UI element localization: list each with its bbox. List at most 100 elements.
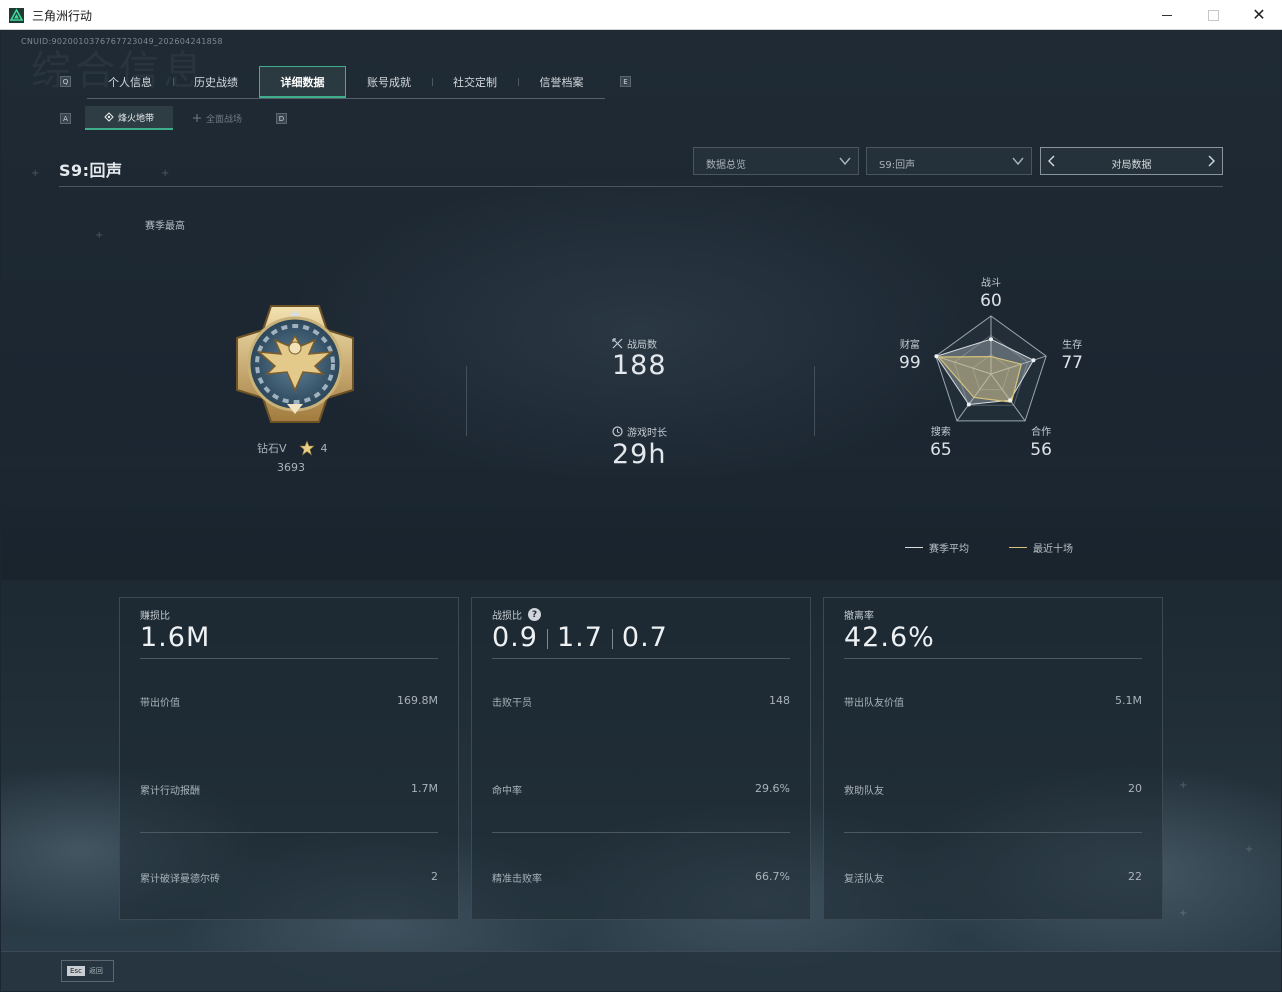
card-row-value: 20 — [1128, 782, 1142, 795]
card-title: 赚损比 — [140, 611, 170, 622]
decor-cross: + — [1179, 780, 1188, 791]
radar-point — [989, 337, 993, 342]
subtab-prev-key-hint[interactable]: A — [60, 113, 71, 124]
close-icon: ✕ — [1252, 5, 1266, 24]
card-divider — [140, 832, 438, 833]
matches-label: 战局数 — [612, 336, 657, 351]
card-row-label: 精准击败率 — [492, 874, 542, 885]
subtab-hazard-zone[interactable]: 烽火地带 — [85, 106, 173, 130]
mode-dropdown[interactable]: 数据总览 — [693, 147, 859, 175]
card-row-value: 66.7% — [755, 870, 790, 883]
decor-cross: + — [31, 168, 40, 179]
playtime-value: 29h — [612, 439, 667, 470]
card-row-label: 击败干员 — [492, 698, 532, 709]
legend-recent-ten-swatch — [1009, 547, 1027, 548]
value-separator — [546, 628, 548, 649]
radar-axis-value: 65 — [930, 440, 952, 460]
kd-ratio-card: 战损比 ? 0.9 1.7 0.7 击败干员 148 命中率 29.6% 精准击败率… — [471, 597, 811, 920]
card-title: 战损比 ? — [492, 607, 541, 622]
tab-detailed-data[interactable]: 详细数据 — [259, 66, 346, 98]
star-icon — [298, 440, 315, 456]
card-row-label: 带出队友价值 — [844, 698, 904, 709]
bottom-bar: Esc 返回 — [1, 951, 1281, 991]
decor-cross: + — [95, 230, 104, 241]
back-button[interactable]: Esc 返回 — [61, 960, 114, 982]
kd-value-3: 0.7 — [621, 622, 668, 653]
card-big-value: 0.9 1.7 0.7 — [492, 622, 668, 653]
clock-icon — [612, 426, 623, 437]
cnuid-text: CNUID:9020010376767723049_202604241858 — [21, 37, 223, 46]
playtime-label: 游戏时长 — [612, 424, 667, 439]
card-row-value: 169.8M — [397, 694, 438, 707]
rank-badge-icon — [236, 305, 354, 423]
card-row-value: 29.6% — [755, 782, 790, 795]
subtab-next-key-hint[interactable]: D — [276, 113, 287, 124]
tab-prev-key-hint[interactable]: Q — [60, 76, 71, 87]
card-divider — [492, 832, 790, 833]
kd-value-1: 0.9 — [492, 622, 538, 653]
profit-ratio-card: 赚损比 1.6M 带出价值 169.8M 累计行动报酬 1.7M 累计破译曼德尔… — [119, 597, 459, 920]
tab-social-custom[interactable]: 社交定制 — [432, 66, 518, 98]
esc-key-icon: Esc — [67, 966, 85, 976]
radar-point — [1031, 358, 1036, 363]
kd-value-2: 1.7 — [556, 622, 603, 653]
chevron-down-icon — [1012, 157, 1024, 166]
main-tabs: 个人信息 历史战绩 详细数据 账号成就 社交定制 信誉档案 — [87, 66, 605, 99]
maximize-button[interactable] — [1190, 0, 1236, 30]
tab-personal-info[interactable]: 个人信息 — [87, 66, 173, 98]
season-title: S9:回声 — [59, 161, 123, 180]
radar-axis-value: 77 — [1061, 353, 1083, 373]
radar-point — [966, 402, 971, 407]
card-row-value: 2 — [431, 870, 438, 883]
decor-cross: + — [161, 168, 170, 179]
rank-name: 钻石V — [257, 442, 287, 455]
rank-info: 钻石V 4 — [257, 440, 328, 456]
card-row-label: 带出价值 — [140, 698, 180, 709]
radar-axis-label: 财富 — [900, 338, 920, 351]
radar-axis-label: 合作 — [1031, 425, 1051, 438]
tab-match-history[interactable]: 历史战绩 — [173, 66, 259, 98]
card-row-value: 1.7M — [411, 782, 438, 795]
radar-point — [1008, 398, 1013, 403]
header-divider — [59, 186, 1223, 187]
match-data-pager: 对局数据 — [1040, 147, 1223, 175]
value-separator — [611, 628, 613, 649]
card-divider — [140, 658, 438, 659]
season-dropdown[interactable]: S9:回声 — [866, 147, 1032, 175]
help-icon[interactable]: ? — [528, 608, 541, 621]
section-divider — [814, 366, 815, 436]
card-row-label: 累计行动报酬 — [140, 786, 200, 797]
back-label: 返回 — [88, 967, 103, 975]
card-row-value: 148 — [769, 694, 790, 707]
radar-axis-label: 生存 — [1062, 338, 1082, 351]
chevron-right-icon[interactable] — [1204, 154, 1218, 168]
card-row-label: 救助队友 — [844, 786, 884, 797]
matches-value: 188 — [612, 350, 667, 381]
window-titlebar: 三角洲行动 ✕ — [0, 0, 1282, 30]
hazard-zone-icon — [104, 112, 114, 122]
card-row-value: 22 — [1128, 870, 1142, 883]
subtab-full-battlefield[interactable]: 全面战场 — [173, 106, 261, 130]
radar-axis-value: 99 — [899, 353, 921, 373]
rank-score: 3693 — [277, 461, 305, 474]
radar-axis-label: 搜索 — [931, 425, 951, 438]
pager-label: 对局数据 — [1111, 160, 1152, 171]
decor-cross: + — [1245, 844, 1254, 855]
card-title: 撤离率 — [844, 611, 874, 622]
minimize-button[interactable] — [1144, 0, 1190, 30]
card-row-label: 命中率 — [492, 786, 522, 797]
card-big-value: 1.6M — [140, 622, 211, 653]
game-viewport: 综合信息 CNUID:9020010376767723049_202604241… — [1, 30, 1281, 991]
tab-achievements[interactable]: 账号成就 — [346, 66, 432, 98]
card-row-label: 累计破译曼德尔砖 — [140, 874, 220, 885]
rank-stars: 4 — [320, 441, 328, 455]
ability-radar-chart: 战斗 60 生存 77 合作 56 搜索 65 财富 99 — [899, 277, 1083, 460]
decor-cross: + — [1179, 908, 1188, 919]
tab-next-key-hint[interactable]: E — [620, 76, 631, 87]
legend-recent-ten: 最近十场 — [1009, 540, 1073, 555]
full-battlefield-icon — [192, 114, 201, 122]
tab-credit-record[interactable]: 信誉档案 — [518, 66, 605, 98]
card-divider — [844, 832, 1142, 833]
card-row-label: 复活队友 — [844, 874, 884, 885]
close-button[interactable]: ✕ — [1236, 0, 1282, 30]
